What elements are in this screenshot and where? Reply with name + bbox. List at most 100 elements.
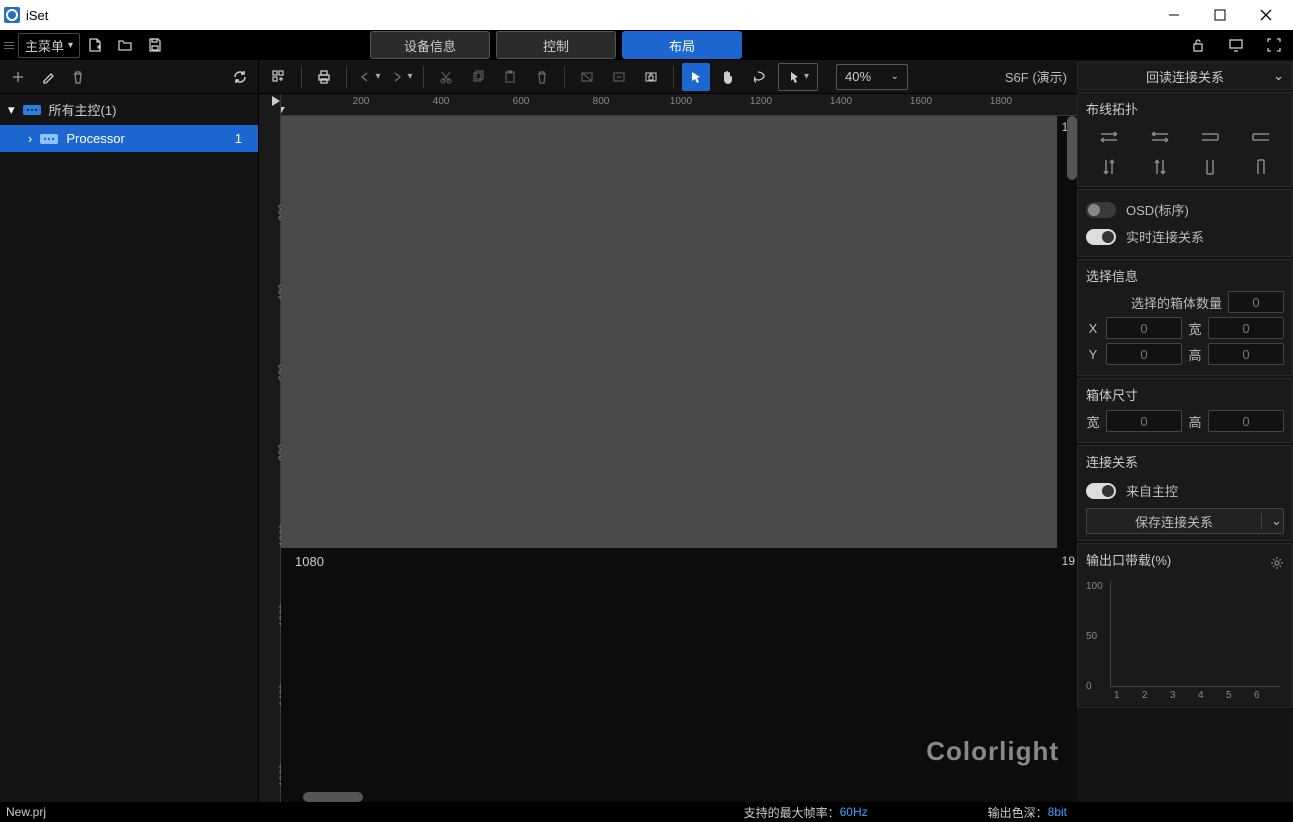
vertical-ruler: 2004006008001000120014001600 bbox=[259, 94, 281, 802]
new-file-button[interactable] bbox=[82, 32, 108, 58]
select-count-label: 选择的箱体数量 bbox=[1086, 293, 1222, 312]
hruler-tick: 600 bbox=[513, 96, 530, 107]
save-connection-button[interactable]: 保存连接关系 ⌄ bbox=[1086, 508, 1284, 534]
fit-screen-icon[interactable] bbox=[1261, 32, 1287, 58]
lock-icon[interactable] bbox=[1185, 32, 1211, 58]
canvas[interactable]: 19 1080 19 Colorlight bbox=[281, 116, 1077, 802]
select-info-panel: 选择信息 选择的箱体数量 0 X 0 宽 0 Y 0 高 0 bbox=[1077, 259, 1293, 376]
status-fps-value: 60Hz bbox=[840, 805, 868, 819]
open-file-button[interactable] bbox=[112, 32, 138, 58]
copy-icon[interactable] bbox=[464, 63, 492, 91]
topology-4[interactable] bbox=[1238, 124, 1285, 150]
cut-icon[interactable] bbox=[432, 63, 460, 91]
tree-root[interactable]: ▾ 所有主控(1) bbox=[0, 94, 258, 125]
device-tree: ▾ 所有主控(1) › Processor 1 bbox=[0, 94, 258, 802]
device-icon bbox=[23, 104, 41, 116]
add-button[interactable] bbox=[6, 65, 30, 89]
size-w-field[interactable]: 0 bbox=[1106, 410, 1182, 432]
hruler-tick: 800 bbox=[593, 96, 610, 107]
monitor-icon[interactable] bbox=[1223, 32, 1249, 58]
rect1-icon[interactable] bbox=[573, 63, 601, 91]
tab-layout[interactable]: 布局 bbox=[622, 31, 742, 59]
vertical-scrollbar[interactable] bbox=[1067, 116, 1077, 180]
horizontal-scrollbar[interactable] bbox=[303, 792, 363, 802]
paste-icon[interactable] bbox=[496, 63, 524, 91]
rect2-icon[interactable] bbox=[605, 63, 633, 91]
app-title: iSet bbox=[26, 8, 48, 23]
select-count-field[interactable]: 0 bbox=[1228, 291, 1284, 313]
size-h-field[interactable]: 0 bbox=[1208, 410, 1284, 432]
device-model-label: S6F (演示) bbox=[1005, 67, 1067, 86]
hruler-tick: 200 bbox=[353, 96, 370, 107]
tree-item-label: Processor bbox=[66, 131, 125, 146]
canvas-screen-area[interactable] bbox=[281, 116, 1057, 548]
lasso-tool[interactable] bbox=[746, 63, 774, 91]
topology-7[interactable] bbox=[1187, 154, 1234, 180]
pointer-mode-dropdown[interactable]: ▾ bbox=[778, 63, 818, 91]
topology-1[interactable] bbox=[1086, 124, 1133, 150]
ruler-marker-icon bbox=[272, 96, 280, 106]
connection-title: 连接关系 bbox=[1086, 452, 1284, 471]
status-depth-label: 输出色深： bbox=[988, 804, 1048, 821]
y-field[interactable]: 0 bbox=[1106, 343, 1182, 365]
band-x-tick: 4 bbox=[1198, 690, 1204, 701]
mainmenu-dropdown[interactable]: 主菜单 ▾ bbox=[18, 33, 80, 58]
hruler-tick: 1000 bbox=[670, 96, 692, 107]
osd-panel: OSD(标序) 实时连接关系 bbox=[1077, 189, 1293, 257]
topology-3[interactable] bbox=[1187, 124, 1234, 150]
zoom-dropdown[interactable]: 40% ⌄ bbox=[836, 64, 908, 90]
status-bar: New.prj 支持的最大帧率： 60Hz 输出色深： 8bit bbox=[0, 802, 1293, 822]
edit-button[interactable] bbox=[36, 65, 60, 89]
topology-6[interactable] bbox=[1137, 154, 1184, 180]
hruler-tick: 1200 bbox=[750, 96, 772, 107]
from-main-toggle[interactable] bbox=[1086, 483, 1116, 499]
window-maximize-button[interactable] bbox=[1197, 0, 1243, 30]
menubar: 主菜单 ▾ 设备信息 控制 布局 bbox=[0, 30, 1293, 60]
hruler-tick: 1600 bbox=[910, 96, 932, 107]
tab-control[interactable]: 控制 bbox=[496, 31, 616, 59]
band-x-tick: 5 bbox=[1226, 690, 1232, 701]
window-minimize-button[interactable] bbox=[1151, 0, 1197, 30]
chevron-down-icon: ⌄ bbox=[1273, 68, 1284, 84]
select-tool[interactable] bbox=[682, 63, 710, 91]
print-icon[interactable] bbox=[310, 63, 338, 91]
canvas-area: ▾ ▾ ▾ 40% ⌄ S6F (演示) 20040 bbox=[259, 60, 1077, 802]
osd-label: OSD(标序) bbox=[1126, 200, 1189, 219]
w-field[interactable]: 0 bbox=[1208, 317, 1284, 339]
osd-toggle[interactable] bbox=[1086, 202, 1116, 218]
tree-item-processor[interactable]: › Processor 1 bbox=[0, 125, 258, 152]
hand-tool[interactable] bbox=[714, 63, 742, 91]
connection-panel: 连接关系 来自主控 保存连接关系 ⌄ bbox=[1077, 445, 1293, 541]
lock-rect-icon[interactable] bbox=[637, 63, 665, 91]
hruler-tick: 400 bbox=[433, 96, 450, 107]
canvas-toolbar: ▾ ▾ ▾ 40% ⌄ S6F (演示) bbox=[259, 60, 1077, 94]
topology-panel: 布线拓扑 bbox=[1077, 92, 1293, 187]
readback-dropdown[interactable]: 回读连接关系 ⌄ bbox=[1077, 62, 1293, 90]
canvas-label-19b: 19 bbox=[1062, 554, 1075, 568]
trash-icon[interactable] bbox=[528, 63, 556, 91]
chevron-down-icon: ⌄ bbox=[1261, 513, 1283, 529]
x-field[interactable]: 0 bbox=[1106, 317, 1182, 339]
undo-button[interactable]: ▾ bbox=[355, 63, 383, 91]
bandwidth-panel: 输出口带载(%) 100 50 0 123456 bbox=[1077, 543, 1293, 708]
chevron-down-icon: ▾ bbox=[68, 40, 73, 51]
topology-8[interactable] bbox=[1238, 154, 1285, 180]
save-file-button[interactable] bbox=[142, 32, 168, 58]
realtime-toggle[interactable] bbox=[1086, 229, 1116, 245]
size-panel: 箱体尺寸 宽 0 高 0 bbox=[1077, 378, 1293, 443]
titlebar: iSet bbox=[0, 0, 1293, 30]
h-field[interactable]: 0 bbox=[1208, 343, 1284, 365]
window-close-button[interactable] bbox=[1243, 0, 1289, 30]
topology-2[interactable] bbox=[1137, 124, 1184, 150]
redo-button[interactable]: ▾ bbox=[387, 63, 415, 91]
gear-icon[interactable] bbox=[1270, 556, 1284, 570]
device-icon bbox=[40, 133, 58, 145]
topology-5[interactable] bbox=[1086, 154, 1133, 180]
grid-add-icon[interactable] bbox=[265, 63, 293, 91]
refresh-button[interactable] bbox=[228, 65, 252, 89]
ruler-marker-icon bbox=[281, 107, 285, 115]
topology-title: 布线拓扑 bbox=[1086, 99, 1284, 118]
delete-button[interactable] bbox=[66, 65, 90, 89]
bandwidth-title: 输出口带载(%) bbox=[1086, 550, 1270, 569]
tab-device-info[interactable]: 设备信息 bbox=[370, 31, 490, 59]
